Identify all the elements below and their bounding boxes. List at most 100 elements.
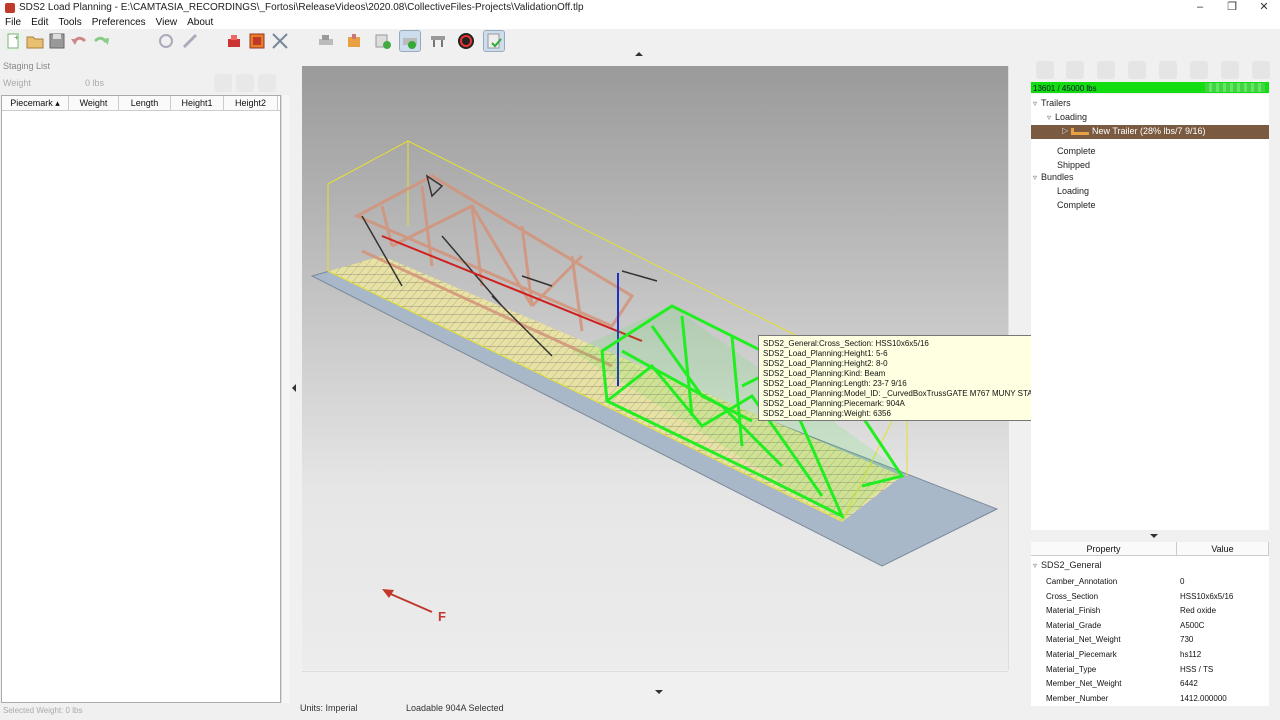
col-value[interactable]: Value <box>1177 542 1269 555</box>
add-stage-icon[interactable] <box>214 74 232 92</box>
tooltip-line: SDS2_Load_Planning:Weight: 6356 <box>763 409 891 418</box>
fit-view-icon[interactable] <box>270 31 290 51</box>
viewport-hscrollbar[interactable] <box>302 671 1008 682</box>
staging-panel: Staging List Weight 0 lbs Piecemark ▴ We… <box>0 58 292 720</box>
tree-new-trailer[interactable]: ▷ New Trailer (28% lbs/7 9/16) <box>1031 125 1269 139</box>
report-icon[interactable] <box>1190 61 1208 79</box>
trailer-toolbar <box>1031 58 1276 82</box>
status-bar: Units: Imperial Loadable 904A Selected <box>296 700 1026 718</box>
property-key: Cross_Section <box>1046 591 1099 601</box>
collapse-props-icon[interactable] <box>1149 533 1159 539</box>
property-row[interactable]: Material_Finish Red oxide <box>1031 604 1269 619</box>
new-file-icon[interactable]: + <box>3 31 23 51</box>
tree-scrollbar[interactable] <box>1269 94 1279 530</box>
edit-trailer-icon[interactable] <box>1128 61 1146 79</box>
staging-grid[interactable]: Piecemark ▴ Weight Length Height1 Height… <box>1 95 281 703</box>
trailer-small-icon <box>1071 128 1089 135</box>
property-row[interactable]: Material_Net_Weight 730 <box>1031 633 1269 648</box>
validate-icon[interactable] <box>399 30 421 52</box>
undo-icon[interactable] <box>69 31 89 51</box>
menu-view[interactable]: View <box>151 17 183 28</box>
property-key: Member_Number <box>1046 693 1109 703</box>
export-icon[interactable] <box>373 31 393 51</box>
units-status: Units: Imperial <box>300 703 358 713</box>
tree-trailers[interactable]: ▿ Trailers <box>1033 98 1071 108</box>
property-key: Material_Net_Weight <box>1046 635 1121 645</box>
col-property[interactable]: Property <box>1031 542 1177 555</box>
tree-shipped[interactable]: Shipped <box>1057 160 1090 170</box>
ship-trailer-icon[interactable] <box>1159 61 1177 79</box>
load-piece-icon[interactable] <box>224 31 244 51</box>
property-key: Member_Net_Weight <box>1046 679 1122 689</box>
trailer-icon[interactable] <box>316 31 336 51</box>
clear-stage-icon[interactable] <box>258 74 276 92</box>
collapse-left-icon[interactable] <box>291 384 297 392</box>
property-key: Camber_Annotation <box>1046 577 1118 586</box>
rotate-view-icon[interactable] <box>156 31 176 51</box>
remove-trailer-icon[interactable] <box>1066 61 1084 79</box>
minimize-button[interactable]: – <box>1184 0 1216 15</box>
remove-stage-icon[interactable] <box>236 74 254 92</box>
redo-icon[interactable] <box>91 31 111 51</box>
property-value: 1412.000000 <box>1180 693 1227 703</box>
properties-scrollbar[interactable] <box>1269 542 1279 706</box>
tooltip-line: SDS2_Load_Planning:Kind: Beam <box>763 369 886 378</box>
target-icon[interactable] <box>456 31 476 51</box>
collapse-down-icon[interactable] <box>654 688 664 696</box>
property-value: 730 <box>1180 635 1194 645</box>
collapse-up-icon[interactable] <box>634 50 644 58</box>
window-title: SDS2 Load Planning - E:\CAMTASIA_RECORDI… <box>19 2 584 13</box>
property-key: Material_Type <box>1046 664 1097 674</box>
settings-icon[interactable] <box>428 31 448 51</box>
property-row[interactable]: Material_Type HSS / TS <box>1031 663 1269 678</box>
pan-view-icon[interactable] <box>180 31 200 51</box>
save-icon[interactable] <box>47 31 67 51</box>
menu-preferences[interactable]: Preferences <box>87 17 151 28</box>
tree-complete[interactable]: Complete <box>1057 146 1096 156</box>
menu-about[interactable]: About <box>182 17 218 28</box>
tree-bundles-loading[interactable]: Loading <box>1057 186 1089 196</box>
tree-bundles[interactable]: ▿ Bundles <box>1033 172 1074 182</box>
stop-icon[interactable] <box>247 31 267 51</box>
tree-loading[interactable]: ▿ Loading <box>1047 112 1087 122</box>
property-row[interactable]: Member_Net_Weight 6442 <box>1031 677 1269 692</box>
properties-hscrollbar[interactable] <box>1031 706 1269 716</box>
props-group[interactable]: ▿ SDS2_General <box>1033 560 1102 570</box>
property-key: Material_Finish <box>1046 606 1101 616</box>
properties-grid[interactable]: Property Value ▿ SDS2_General Camber_Anno… <box>1031 542 1269 706</box>
col-piecemark[interactable]: Piecemark ▴ <box>2 96 69 110</box>
unload-icon[interactable] <box>1221 61 1239 79</box>
col-length[interactable]: Length <box>119 96 171 110</box>
property-row[interactable]: Material_Grade A500C <box>1031 619 1269 634</box>
open-folder-icon[interactable] <box>25 31 45 51</box>
bundle-icon[interactable] <box>344 31 364 51</box>
property-row[interactable]: Camber_Annotation 0 <box>1031 575 1269 590</box>
property-row[interactable]: Member_Number 1412.000000 <box>1031 692 1269 707</box>
col-weight[interactable]: Weight <box>69 96 119 110</box>
col-height1[interactable]: Height1 <box>171 96 224 110</box>
weight-value: 0 lbs <box>85 78 105 88</box>
trailer-info-icon[interactable] <box>1252 61 1270 79</box>
col-height2[interactable]: Height2 <box>224 96 278 110</box>
capacity-text: 13601 / 45000 lbs <box>1033 84 1097 93</box>
checklist-icon[interactable] <box>483 30 505 52</box>
property-row[interactable]: Cross_Section HSS10x6x5/16 <box>1031 590 1269 605</box>
menu-file[interactable]: File <box>0 17 26 28</box>
trailer-settings-icon[interactable] <box>1097 61 1115 79</box>
maximize-button[interactable]: ❐ <box>1216 0 1248 15</box>
property-value: Red oxide <box>1180 606 1217 616</box>
tree-bundles-complete[interactable]: Complete <box>1057 200 1096 210</box>
capacity-bar: 13601 / 45000 lbs <box>1031 82 1269 93</box>
menu-tools[interactable]: Tools <box>53 17 86 28</box>
property-row[interactable]: Material_Piecemark hs112 <box>1031 648 1269 663</box>
weight-label: Weight <box>3 78 31 88</box>
menu-bar: File Edit Tools Preferences View About <box>0 15 1280 29</box>
close-button[interactable]: ✕ <box>1248 0 1280 15</box>
tooltip-line: SDS2_Load_Planning:Length: 23-7 9/16 <box>763 379 907 388</box>
tooltip-line: SDS2_General:Cross_Section: HSS10x6x5/16 <box>763 339 929 348</box>
staging-scrollbar[interactable] <box>281 95 290 703</box>
app-icon <box>5 2 15 13</box>
menu-edit[interactable]: Edit <box>26 17 53 28</box>
trailer-tree[interactable]: ▿ Trailers ▿ Loading Complete Shipped ▿ Bun… <box>1031 94 1269 530</box>
add-trailer-icon[interactable] <box>1036 61 1054 79</box>
